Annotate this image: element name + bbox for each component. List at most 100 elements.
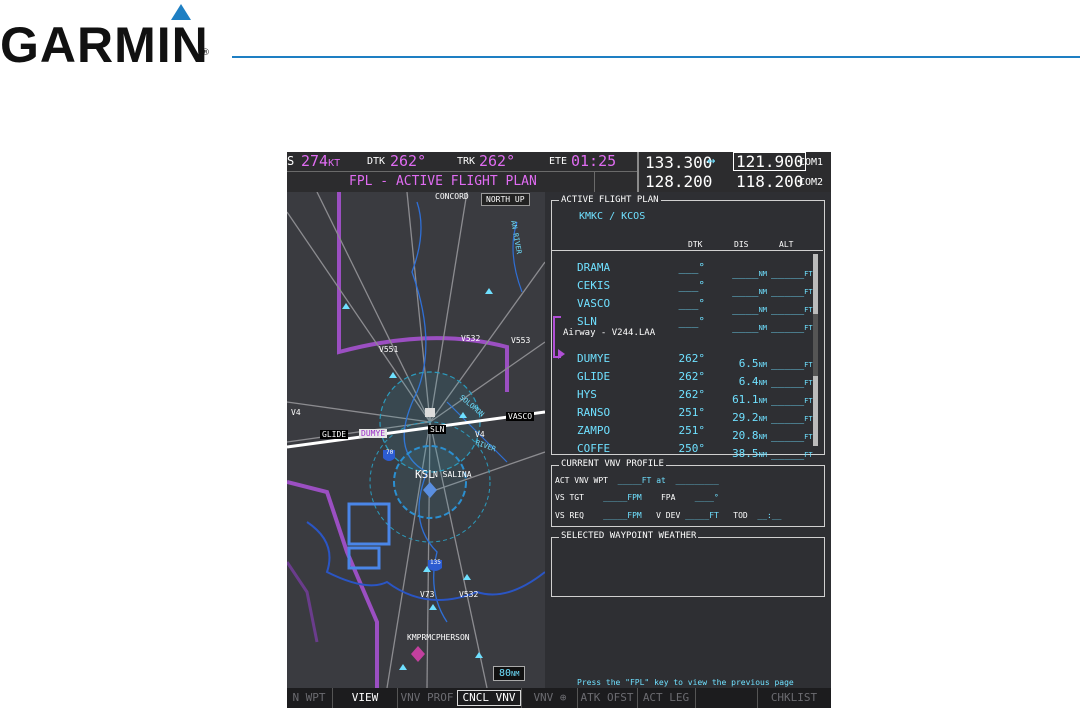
- header-rule: [232, 56, 1080, 58]
- softkey-chklist[interactable]: CHKLIST: [761, 690, 827, 706]
- waypoint-dis-unit: NM: [758, 397, 767, 405]
- swap-arrow-icon[interactable]: ↔: [707, 153, 715, 169]
- waypoint-dis: ____: [732, 266, 759, 279]
- map-label-v73: V73: [420, 590, 435, 599]
- map-label-v551: V551: [379, 345, 399, 354]
- scrollbar-thumb-top[interactable]: [813, 254, 818, 314]
- waypoint-name: RANSO: [577, 406, 611, 419]
- waypoint-dis-unit: NM: [758, 306, 767, 314]
- waypoint-name: COFFE: [577, 442, 611, 455]
- vnv-profile-label: CURRENT VNV PROFILE: [559, 459, 666, 469]
- waypoint-dis: 20.8: [732, 429, 759, 442]
- waypoint-dis: 6.4: [738, 375, 759, 388]
- map-label-v4-left: V4: [291, 408, 301, 417]
- vnv-row-vsreq: VS REQ _____FPM V DEV _____FT TOD __:__: [555, 511, 782, 520]
- waypoint-dtk: ___°: [678, 261, 706, 274]
- waypoint-dis-unit: NM: [758, 324, 767, 332]
- ete-value: 01:25: [571, 152, 617, 170]
- waypoint-dtk: 262°: [678, 388, 706, 401]
- softkey-blank[interactable]: [697, 690, 753, 706]
- airway-arrow-icon: [558, 349, 565, 359]
- waypoint-dtk: 250°: [678, 442, 706, 455]
- waypoint-weather-box: [551, 537, 825, 597]
- softkey-bar: N WPT VIEW VNV PROF CNCL VNV VNV ⊕ ATK O…: [287, 688, 831, 708]
- map-range-indicator[interactable]: 80NM: [493, 666, 526, 681]
- flight-plan-panel: ACTIVE FLIGHT PLAN KMKC / KCOS DTK DIS A…: [545, 192, 831, 688]
- waypoint-dtk: ___°: [678, 315, 706, 328]
- softkey-n-wpt[interactable]: N WPT: [287, 690, 331, 706]
- waypoint-dis: 61.1: [732, 393, 759, 406]
- map-label-kmpr: KMPRMCPHERSON: [407, 633, 470, 642]
- waypoint-alt[interactable]: _____: [771, 429, 804, 442]
- top-status-bar: S 274KT DTK 262° TRK 262° ETE 01:25 FPL …: [287, 152, 831, 192]
- softkey-view[interactable]: VIEW: [335, 690, 395, 706]
- scrollbar-thumb-bottom[interactable]: [813, 376, 818, 446]
- waypoint-alt[interactable]: _____: [771, 302, 804, 315]
- waypoint-row[interactable]: ZAMPO 251° 20.8NM _____FT: [545, 424, 831, 442]
- map-label-v532b: V532: [459, 590, 479, 599]
- waypoint-alt-unit: FT: [804, 324, 813, 332]
- waypoint-row[interactable]: DRAMA ___° ____NM _____FT: [545, 261, 831, 279]
- map-label-vasco: VASCO: [506, 412, 535, 421]
- col-header-dis: DIS: [734, 240, 749, 249]
- waypoint-alt-unit: FT: [804, 361, 813, 369]
- waypoint-dtk: ___°: [678, 297, 706, 310]
- softkey-cncl-vnv[interactable]: CNCL VNV: [457, 690, 521, 706]
- waypoint-dis-unit: NM: [758, 451, 767, 459]
- waypoint-row[interactable]: HYS 262° 61.1NM _____FT: [545, 388, 831, 406]
- waypoint-dis: ____: [732, 302, 759, 315]
- waypoint-alt[interactable]: _____: [771, 357, 804, 370]
- waypoint-alt[interactable]: _____: [771, 266, 804, 279]
- map-label-sln: SLN: [428, 425, 447, 434]
- col-header-dtk: DTK: [688, 240, 703, 249]
- map-label-v553: V553: [511, 336, 531, 345]
- waypoint-dis-unit: NM: [758, 433, 767, 441]
- waypoint-alt-unit: FT: [804, 451, 813, 459]
- waypoint-alt[interactable]: _____: [771, 375, 804, 388]
- garmin-logo: GARMIN: [0, 17, 209, 73]
- waypoint-dtk: 262°: [678, 370, 706, 383]
- waypoint-name: HYS: [577, 388, 597, 401]
- registered-mark: ®: [201, 48, 210, 58]
- waypoint-alt[interactable]: _____: [771, 284, 804, 297]
- waypoint-alt[interactable]: _____: [771, 411, 804, 424]
- waypoint-dis-unit: NM: [758, 379, 767, 387]
- waypoint-alt-unit: FT: [804, 288, 813, 296]
- waypoint-dis-unit: NM: [758, 361, 767, 369]
- waypoint-dis-unit: NM: [758, 415, 767, 423]
- waypoint-alt-unit: FT: [804, 397, 813, 405]
- waypoint-row[interactable]: CEKIS ___° ____NM _____FT: [545, 279, 831, 297]
- trk-label: TRK: [457, 156, 476, 167]
- map-label-concord: CONCORD: [435, 192, 469, 201]
- com2-standby[interactable]: 128.200: [645, 172, 712, 191]
- com1-active[interactable]: 121.900: [733, 152, 807, 171]
- waypoint-dis-unit: NM: [758, 288, 767, 296]
- ete-label: ETE: [549, 156, 568, 167]
- waypoint-row[interactable]: DUMYE 262° 6.5NM _____FT: [545, 352, 831, 370]
- flight-plan-route: KMKC / KCOS: [579, 211, 646, 222]
- waypoint-alt[interactable]: _____: [771, 447, 804, 460]
- softkey-vnv-prof[interactable]: VNV PROF: [399, 690, 455, 706]
- waypoint-row[interactable]: VASCO ___° ____NM _____FT: [545, 297, 831, 315]
- waypoint-row[interactable]: RANSO 251° 29.2NM _____FT: [545, 406, 831, 424]
- softkey-atk-ofst[interactable]: ATK OFST: [579, 690, 635, 706]
- trk-value: 262°: [479, 152, 516, 170]
- waypoint-row[interactable]: COFFE 250° 38.5NM _____FT: [545, 442, 831, 460]
- waypoint-row[interactable]: GLIDE 262° 6.4NM _____FT: [545, 370, 831, 388]
- softkey-vnv-direct[interactable]: VNV ⊕: [525, 690, 575, 706]
- waypoint-alt-unit: FT: [804, 306, 813, 314]
- waypoint-alt[interactable]: _____: [771, 320, 804, 333]
- map-label-ksl: KSL: [415, 468, 435, 481]
- softkey-act-leg[interactable]: ACT LEG: [639, 690, 693, 706]
- airway-label: Airway - V244.LAA: [563, 328, 656, 338]
- dtk-value: 262°: [390, 152, 427, 170]
- com1-standby[interactable]: 133.300: [645, 153, 712, 172]
- waypoint-name: VASCO: [577, 297, 611, 310]
- navigation-map[interactable]: CONCORD NORTH UP AN RIVER V551 V532 V553…: [287, 192, 545, 688]
- north-up-indicator[interactable]: NORTH UP: [481, 193, 530, 206]
- com2-active[interactable]: 118.200: [736, 172, 803, 191]
- waypoint-name: ZAMPO: [577, 424, 611, 437]
- waypoint-alt[interactable]: _____: [771, 393, 804, 406]
- page-title: FPL - ACTIVE FLIGHT PLAN: [349, 174, 537, 189]
- waypoint-dtk: 262°: [678, 352, 706, 365]
